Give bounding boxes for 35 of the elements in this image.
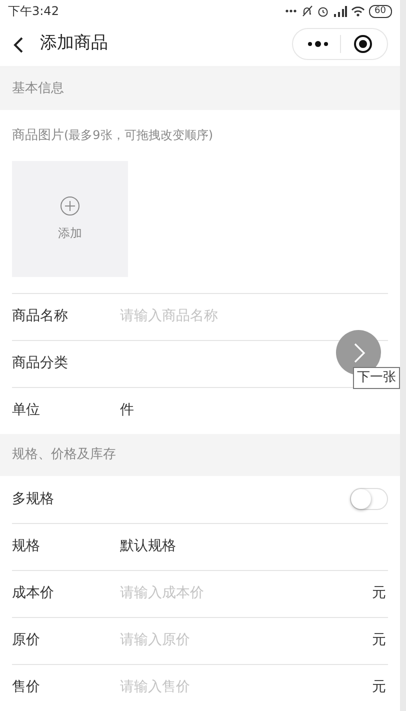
alarm-icon xyxy=(316,5,329,17)
input-field[interactable]: 请输入成本价 xyxy=(120,583,372,604)
dots-icon xyxy=(284,9,297,13)
plus-icon xyxy=(60,196,80,216)
tooltip: 下一张 xyxy=(353,367,400,389)
field-label: 规格 xyxy=(12,537,41,556)
field-label: 原价 xyxy=(12,631,41,650)
field-label: 商品分类 xyxy=(12,354,69,373)
close-target-icon[interactable] xyxy=(353,34,374,54)
more-icon[interactable] xyxy=(306,41,329,47)
input-field[interactable]: 请输入售价 xyxy=(120,677,372,698)
photo-label: 商品图片(最多9张，可拖拽改变顺序) xyxy=(12,127,214,145)
section-header: 基本信息 xyxy=(12,80,64,98)
unit-label: 元 xyxy=(372,584,387,603)
field-label: 成本价 xyxy=(12,584,55,603)
mute-bell-icon xyxy=(300,5,313,17)
field-value: 默认规格 xyxy=(120,537,176,556)
add-photo-button[interactable]: 添加 xyxy=(12,160,128,276)
signal-icon xyxy=(332,6,347,16)
status-time: 下午3:42 xyxy=(8,3,59,20)
chevron-right-icon xyxy=(352,342,366,364)
unit-label: 元 xyxy=(372,631,387,650)
section-header: 规格、价格及库存 xyxy=(12,446,116,464)
field-label: 多规格 xyxy=(12,490,55,508)
field-label: 售价 xyxy=(12,678,41,697)
wifi-icon xyxy=(350,6,365,16)
page-title: 添加商品 xyxy=(40,32,108,56)
field-label: 商品名称 xyxy=(12,307,69,326)
toggle-switch[interactable] xyxy=(350,488,388,510)
unit-label: 元 xyxy=(372,678,387,697)
input-field[interactable]: 请输入原价 xyxy=(120,630,372,651)
field-label: 单位 xyxy=(12,401,41,420)
input-field[interactable]: 请输入商品名称 xyxy=(120,306,388,327)
battery-indicator: 60 xyxy=(368,4,392,18)
field-value: 件 xyxy=(120,401,134,420)
